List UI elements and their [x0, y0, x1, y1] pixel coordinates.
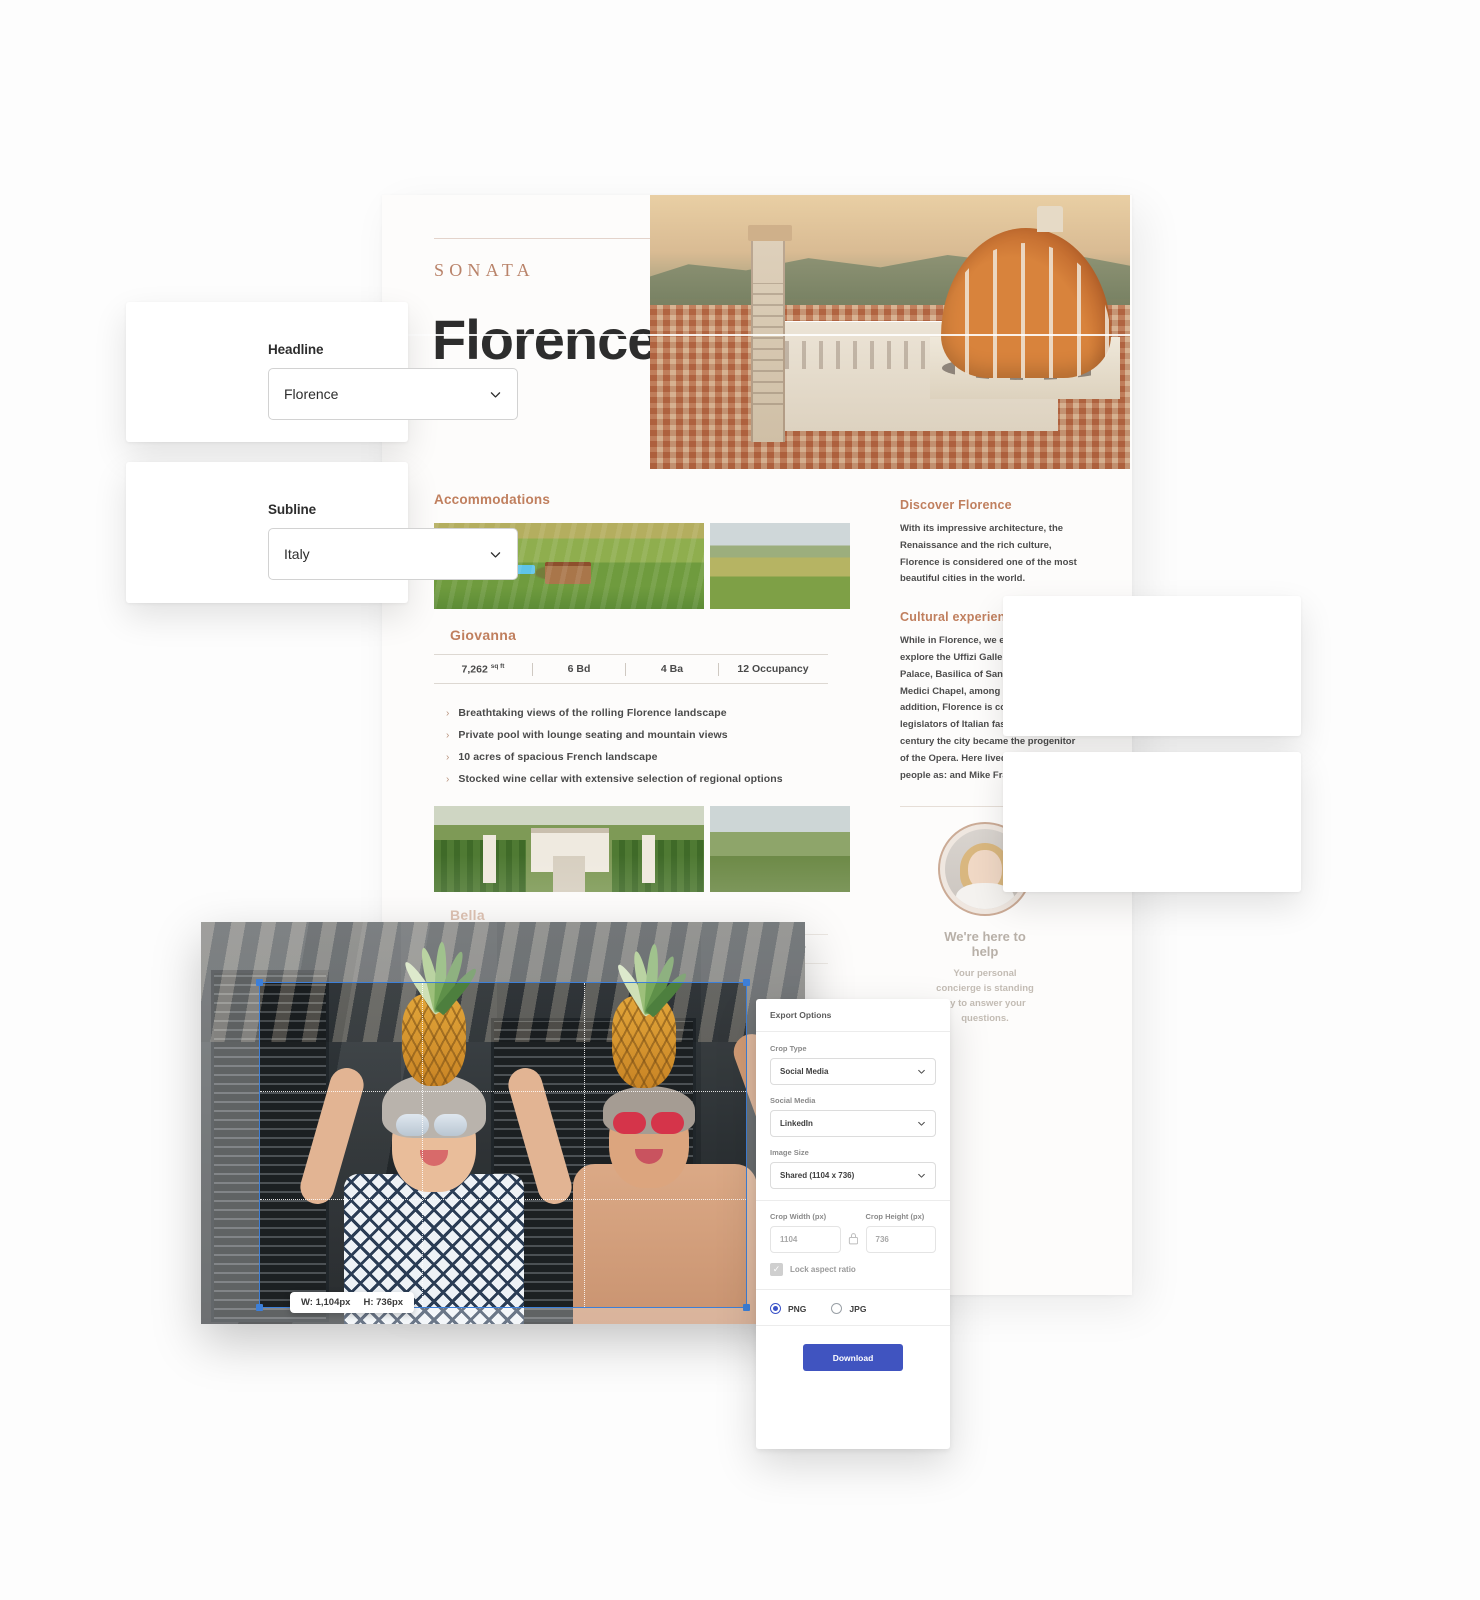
chevron-down-icon [917, 1067, 926, 1076]
format-option-jpg[interactable]: JPG [831, 1303, 866, 1314]
export-panel-title: Export Options [756, 999, 950, 1032]
unit-0-feature-list: › Breathtaking views of the rolling Flore… [446, 707, 783, 795]
section-kicker-accommodations: Accommodations [434, 492, 551, 507]
crop-width-readout: W: 1,104px [301, 1297, 351, 1308]
unit-0-photo-1[interactable] [710, 523, 850, 609]
unit-1-name: Bella [450, 907, 485, 923]
crop-height-readout: H: 736px [363, 1297, 404, 1308]
list-item: › Stocked wine cellar with extensive sele… [446, 773, 783, 785]
radio-png-icon[interactable] [770, 1303, 781, 1314]
image-size-select[interactable]: Shared (1104 x 736) [770, 1162, 936, 1189]
list-item: › Breathtaking views of the rolling Flore… [446, 707, 727, 719]
right-title-0: Discover Florence [900, 498, 1012, 512]
hero-image-florence-duomo[interactable] [650, 195, 1130, 469]
social-media-value: LinkedIn [780, 1119, 813, 1128]
unit-1-photo-1[interactable] [710, 806, 850, 892]
crop-selection[interactable] [256, 979, 750, 1311]
social-media-label: Social Media [770, 1096, 816, 1105]
chevron-down-icon [489, 548, 502, 561]
crop-type-label: Crop Type [770, 1044, 807, 1053]
headline-label: Headline [268, 342, 324, 357]
export-options-panel: Export Options Crop Type Social Media So… [756, 999, 950, 1449]
unit-0-spec-0: 7,262 sq ft [461, 662, 505, 676]
subline-label: Subline [268, 502, 317, 517]
social-media-select[interactable]: LinkedIn [770, 1110, 936, 1137]
unit-0-name: Giovanna [450, 627, 517, 643]
brand-wordmark: SONATA [434, 260, 535, 280]
unit-0-spec-table: 7,262 sq ft 6 Bd 4 Ba 12 Occupancy [434, 654, 828, 684]
format-png-label: PNG [788, 1303, 807, 1314]
crop-handle-sw[interactable] [256, 1304, 263, 1311]
lock-aspect-ratio-row[interactable]: ✓ Lock aspect ratio [770, 1263, 936, 1276]
list-item: › 10 acres of spacious French landscape [446, 751, 658, 763]
lock-aspect-ratio-label: Lock aspect ratio [790, 1265, 856, 1274]
radio-jpg-icon[interactable] [831, 1303, 843, 1314]
divider [756, 1325, 950, 1326]
unit-0-spec-3: 12 Occupancy [737, 663, 809, 675]
field-card-right-body-1: Right Body 1 With its impressive archite… [1003, 752, 1301, 892]
divider [756, 1200, 950, 1201]
chevron-right-icon: › [446, 708, 450, 719]
crop-handle-nw[interactable] [256, 979, 263, 986]
download-row: Download [770, 1340, 936, 1371]
crop-handle-ne[interactable] [743, 979, 750, 986]
image-size-value: Shared (1104 x 736) [780, 1171, 855, 1180]
crop-height-value: 736 [875, 1235, 889, 1244]
chevron-right-icon: › [446, 774, 450, 785]
brand-rule [434, 238, 652, 239]
lock-icon [848, 1232, 859, 1246]
crop-width-input[interactable]: 1104 [770, 1226, 841, 1253]
crop-dimensions-badge: W: 1,104px H: 736px [290, 1292, 415, 1313]
field-card-headline: Headline Florence [126, 302, 518, 442]
field-card-subline: Subline Italy [126, 462, 518, 603]
chevron-down-icon [917, 1119, 926, 1128]
editor-canvas: Accommodations Giovanna 7,262 sq ft 6 Bd… [0, 0, 1480, 1600]
right-body-0: With its impressive architecture, the Re… [900, 523, 1077, 585]
field-card-right-title-1: Right Title 1 Discover Florence [1003, 596, 1301, 736]
image-size-group: Image Size Shared (1104 x 736) [770, 1148, 936, 1189]
unit-1-gallery[interactable] [434, 806, 850, 892]
crop-dimension-row: Crop Width (px) 1104 Crop Height (px) 73… [770, 1212, 936, 1253]
crop-type-group: Crop Type Social Media [770, 1044, 936, 1085]
subline-select[interactable]: Italy [268, 528, 518, 580]
crop-width-group: Crop Width (px) 1104 [770, 1212, 841, 1253]
chevron-down-icon [489, 388, 502, 401]
unit-0-spec-1: 6 Bd [567, 663, 591, 675]
list-item: › Private pool with lounge seating and mo… [446, 729, 728, 741]
crop-type-value: Social Media [780, 1067, 829, 1076]
crop-width-value: 1104 [780, 1235, 798, 1244]
crop-height-input[interactable]: 736 [865, 1226, 936, 1253]
download-button[interactable]: Download [803, 1344, 903, 1371]
social-media-group: Social Media LinkedIn [770, 1096, 936, 1137]
format-option-png[interactable]: PNG [770, 1303, 806, 1314]
format-jpg-label: JPG [849, 1303, 867, 1314]
crop-height-label: Crop Height (px) [865, 1212, 925, 1221]
subline-value: Italy [284, 546, 310, 562]
lock-aspect-ratio-checkbox[interactable]: ✓ [770, 1263, 783, 1276]
chevron-right-icon: › [446, 730, 450, 741]
crop-handle-se[interactable] [743, 1304, 750, 1311]
divider [756, 1289, 950, 1290]
chevron-right-icon: › [446, 752, 450, 763]
headline-value: Florence [284, 386, 339, 402]
image-size-label: Image Size [770, 1148, 809, 1157]
crop-type-select[interactable]: Social Media [770, 1058, 936, 1085]
concierge-title: We're here to help [944, 929, 1026, 959]
concierge-body: Your personal concierge is standing by t… [936, 968, 1034, 1024]
chevron-down-icon [917, 1171, 926, 1180]
crop-width-label: Crop Width (px) [770, 1212, 827, 1221]
crop-height-group: Crop Height (px) 736 [865, 1212, 936, 1253]
unit-1-photo-0[interactable] [434, 806, 704, 892]
page-title: Florence [432, 308, 658, 371]
format-radio-group: PNG JPG [770, 1301, 936, 1316]
unit-0-spec-2: 4 Ba [660, 663, 684, 675]
hero-crop-guide [383, 334, 1131, 336]
headline-select[interactable]: Florence [268, 368, 518, 420]
